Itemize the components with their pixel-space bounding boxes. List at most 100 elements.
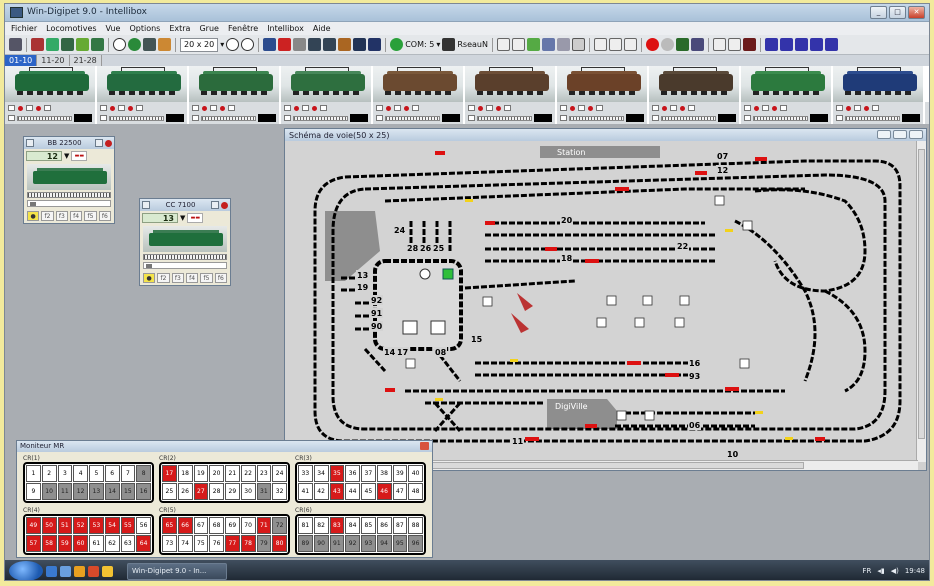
dropdown-arrow-icon[interactable]: ▾ [220,40,224,49]
function-f3[interactable]: f3 [171,273,184,283]
tab-locos-21-28[interactable]: 21-28 [69,55,102,66]
feedback-contact[interactable]: 45 [361,483,376,500]
feedback-contact[interactable]: 90 [313,535,329,552]
track-number-28[interactable]: 28 [407,244,419,253]
route-start-icon[interactable] [308,38,322,51]
feedback-contact[interactable]: 7 [120,465,136,482]
block-icon[interactable] [742,38,756,51]
light-bulb-icon[interactable]: ● [143,273,156,283]
panel-icon[interactable] [556,38,570,51]
grid-icon[interactable] [496,38,510,51]
window-menu-icon[interactable] [142,201,150,209]
feedback-contact[interactable]: 59 [57,535,73,552]
volume-icon[interactable]: ◀) [891,567,899,575]
minimize-button[interactable]: _ [870,6,887,19]
feedback-contact[interactable]: 13 [89,483,104,500]
feedback-contact[interactable]: 28 [209,483,224,500]
route-e-icon[interactable] [824,38,838,51]
feedback-contact[interactable]: 26 [177,483,193,500]
route-c-icon[interactable] [794,38,808,51]
clock-icon[interactable] [113,38,126,51]
feedback-contact[interactable]: 11 [57,483,73,500]
taskbar-item-windigipet[interactable]: Win-Digipet 9.0 - In... [127,562,227,580]
desktop-icon[interactable] [46,565,57,577]
feedback-contact[interactable]: 70 [240,517,256,534]
track-number-90[interactable]: 90 [371,322,383,331]
feedback-contact[interactable]: 86 [376,517,392,534]
feedback-contact[interactable]: 89 [298,535,313,552]
track-number-13[interactable]: 13 [357,271,368,280]
speed-slider[interactable] [143,262,227,269]
function-f2[interactable]: f2 [41,211,54,221]
feedback-contact[interactable]: 3 [57,465,73,482]
feedback-contact[interactable]: 53 [89,517,104,534]
function-f4[interactable]: f4 [185,273,199,283]
loco-thumb-3[interactable] [189,66,281,102]
feedback-contact[interactable]: 95 [392,535,408,552]
route-icon[interactable] [61,38,74,51]
loco-control-8[interactable] [649,102,741,124]
feedback-contact[interactable]: 47 [392,483,408,500]
monitor-window[interactable]: Moniteur MR CR(1) 1 2 3 4 5 6 7 8 9 10 11 12 13 14 15 16… [16,440,433,558]
dropdown-arrow-icon[interactable]: ▾ [436,40,440,49]
network-icon[interactable] [442,38,456,51]
track-number-14[interactable]: 14 [384,348,396,357]
start-icon[interactable] [128,38,141,51]
loco-control-5[interactable] [373,102,465,124]
tab-locos-11-20[interactable]: 11-20 [37,55,70,66]
feedback-contact[interactable]: 16 [136,483,151,500]
feedback-contact[interactable]: 50 [41,517,57,534]
feedback-contact[interactable]: 2 [41,465,57,482]
feedback-contact[interactable]: 63 [120,535,136,552]
zoom-out-icon[interactable] [241,38,255,51]
feedback-contact[interactable]: 36 [345,465,360,482]
track-number-91[interactable]: 91 [371,309,383,318]
feedback-contact[interactable]: 65 [162,517,177,534]
feedback-contact[interactable]: 72 [272,517,287,534]
stop-icon[interactable] [278,38,292,51]
turnout-icon[interactable] [91,38,104,51]
feedback-contact[interactable]: 60 [73,535,88,552]
loco-thumb-4[interactable] [281,66,373,102]
window-menu-icon[interactable] [26,139,34,147]
grid-size-select[interactable]: 20 x 20 [180,37,219,52]
feedback-contact[interactable]: 84 [345,517,360,534]
function-f3[interactable]: f3 [55,211,68,221]
feedback-contact[interactable]: 8 [136,465,151,482]
track-number-17[interactable]: 17 [397,348,408,357]
pause-icon[interactable] [660,38,674,51]
function-f5[interactable]: f5 [200,273,213,283]
feedback-contact[interactable]: 42 [313,483,329,500]
tools-icon[interactable] [158,38,171,51]
feedback-contact[interactable]: 96 [408,535,423,552]
feedback-contact[interactable]: 77 [225,535,240,552]
track-number-20[interactable]: 20 [561,216,573,225]
feedback-contact[interactable]: 54 [104,517,120,534]
close-icon[interactable] [105,139,112,147]
track-number-22[interactable]: 22 [677,242,688,251]
language-indicator[interactable]: FR [862,567,871,575]
feedback-contact[interactable]: 29 [225,483,240,500]
feedback-contact[interactable]: 12 [73,483,88,500]
feedback-contact[interactable]: 76 [209,535,224,552]
track-number-92[interactable]: 92 [371,296,382,305]
menu-extra[interactable]: Extra [169,24,190,33]
direction-icon[interactable]: ▼ [64,152,69,160]
network-tray-icon[interactable]: ◂▮ [877,567,884,575]
feedback-contact[interactable]: 27 [193,483,209,500]
folder-icon[interactable] [102,565,113,577]
feedback-contact[interactable]: 52 [73,517,88,534]
keyboard-icon[interactable] [541,38,555,51]
loco-thumb-7[interactable] [557,66,649,102]
feedback-contact[interactable]: 15 [120,483,136,500]
firefox-icon[interactable] [88,565,99,577]
com-label[interactable]: COM: 5 [405,40,434,49]
feedback-contact[interactable]: 22 [240,465,256,482]
feedback-contact[interactable]: 74 [177,535,193,552]
window-icon[interactable] [593,38,607,51]
menu-intellibox[interactable]: Intellibox [267,24,304,33]
menu-fenetre[interactable]: Fenêtre [228,24,258,33]
signal-down-icon[interactable] [727,38,741,51]
feedback-contact[interactable]: 71 [256,517,272,534]
feedback-contact[interactable]: 38 [376,465,392,482]
